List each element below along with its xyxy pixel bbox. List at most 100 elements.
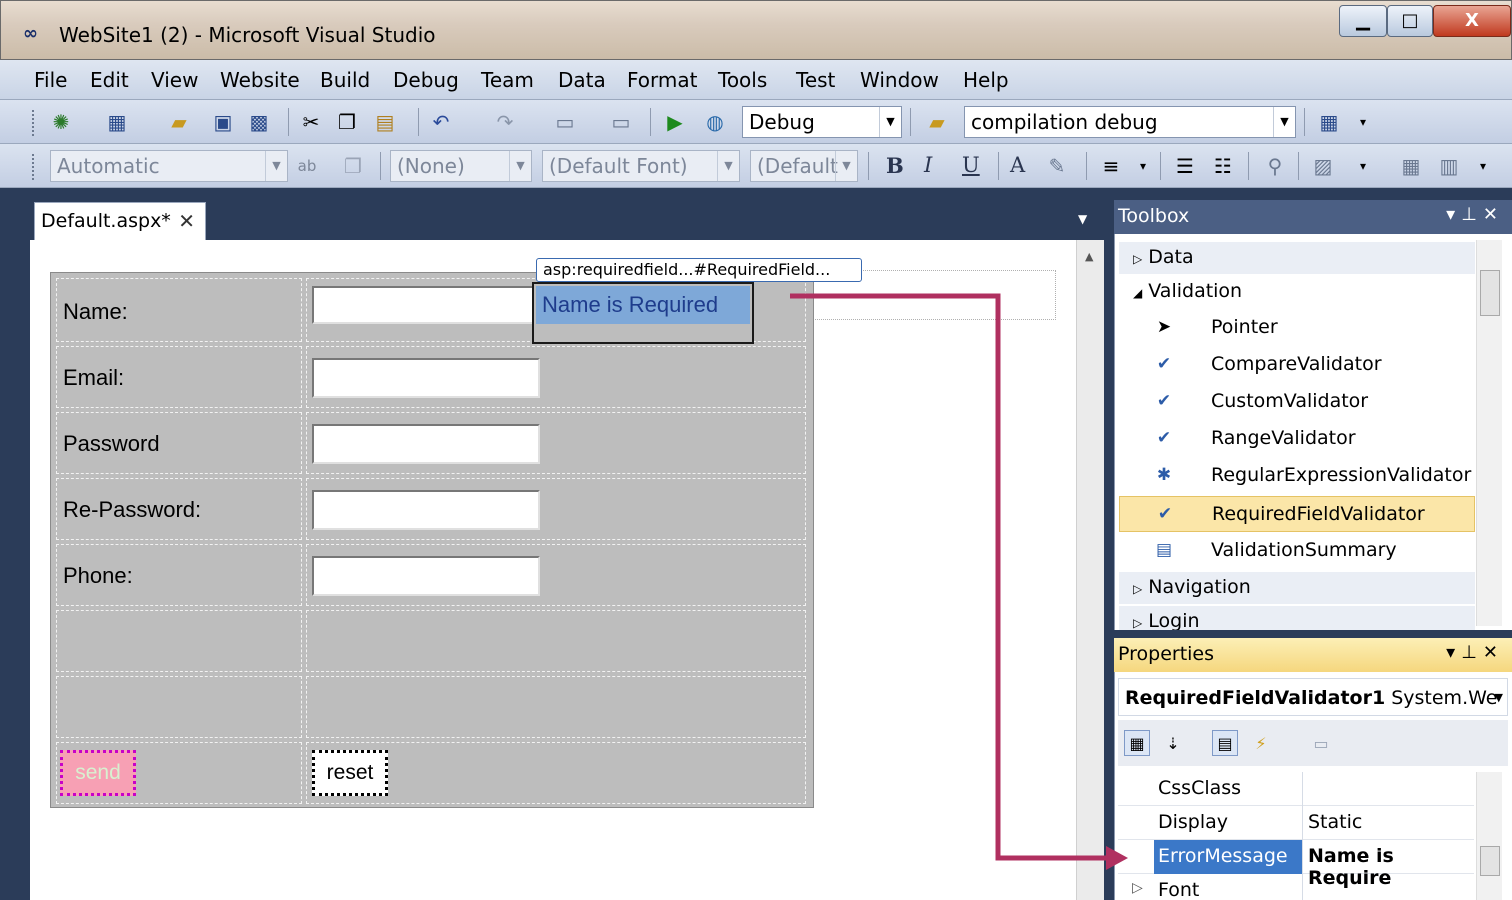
validator-smart-tag[interactable]: asp:requiredfield...#RequiredField...: [536, 258, 862, 282]
tab-default-aspx[interactable]: Default.aspx* ✕: [34, 202, 206, 242]
toolbox-scrollbar[interactable]: [1476, 240, 1502, 626]
insert-table-icon[interactable]: ▦: [1398, 153, 1424, 179]
toolbar-grip[interactable]: [32, 110, 36, 136]
chevron-down-icon[interactable]: ▼: [509, 151, 531, 181]
undo-icon[interactable]: ↶: [428, 109, 454, 135]
open-file-icon[interactable]: ▰: [166, 109, 192, 135]
table-cell[interactable]: [56, 610, 302, 672]
copy-format-icon[interactable]: ❐: [340, 153, 366, 179]
dropdown-icon[interactable]: ▾: [1446, 642, 1461, 663]
menu-view[interactable]: View: [151, 68, 198, 92]
property-row-errormessage[interactable]: ErrorMessage Name is Require: [1118, 840, 1474, 889]
chevron-down-icon[interactable]: ▼: [835, 151, 857, 181]
menu-file[interactable]: File: [34, 68, 67, 92]
object-selector[interactable]: RequiredFieldValidator1 System.We ▼: [1118, 678, 1508, 716]
design-vertical-scrollbar[interactable]: ▲: [1076, 240, 1104, 900]
toolbox-category-login[interactable]: ▷ Login: [1119, 606, 1475, 630]
menu-test[interactable]: Test: [796, 68, 835, 92]
menu-tools[interactable]: Tools: [718, 68, 767, 92]
solution-configuration-combo[interactable]: Debug ▼: [742, 106, 902, 138]
toolbox-category-data[interactable]: ▷ Data: [1119, 242, 1475, 274]
active-files-dropdown-icon[interactable]: ▼: [1078, 212, 1087, 226]
menu-edit[interactable]: Edit: [90, 68, 129, 92]
menu-window[interactable]: Window: [860, 68, 939, 92]
font-name-combo[interactable]: (Default Font) ▼: [542, 150, 740, 182]
block-format-combo[interactable]: Automatic ▼: [50, 150, 288, 182]
re-password-textbox[interactable]: [312, 490, 540, 530]
close-icon[interactable]: ✕: [1483, 204, 1504, 225]
save-icon[interactable]: ▣: [210, 109, 236, 135]
toolbox-item-range-validator[interactable]: ✔ RangeValidator: [1119, 421, 1475, 457]
view-in-browser-icon[interactable]: ◍: [702, 109, 728, 135]
property-row-display[interactable]: Display Static: [1118, 806, 1474, 840]
table-cell[interactable]: Re-Password:: [56, 478, 302, 540]
toolbox-item-custom-validator[interactable]: ✔ CustomValidator: [1119, 384, 1475, 420]
find-in-files-icon[interactable]: ▰: [924, 109, 950, 135]
close-window-button[interactable]: X: [1433, 5, 1511, 37]
categorized-icon[interactable]: ▦: [1124, 730, 1150, 756]
chevron-down-icon[interactable]: ▼: [879, 107, 901, 137]
reset-button[interactable]: reset: [312, 750, 388, 796]
toolbox-item-pointer[interactable]: ➤ Pointer: [1119, 310, 1475, 346]
cut-icon[interactable]: ✂: [298, 109, 324, 135]
save-all-icon[interactable]: ▩: [246, 109, 272, 135]
menu-website[interactable]: Website: [220, 68, 300, 92]
table-cell[interactable]: Phone:: [56, 544, 302, 606]
properties-scrollbar[interactable]: [1476, 772, 1502, 900]
close-icon[interactable]: ✕: [1483, 642, 1504, 663]
alignment-icon[interactable]: ≡: [1098, 153, 1124, 179]
expand-icon[interactable]: ▷: [1132, 880, 1143, 896]
copy-icon[interactable]: ❐: [334, 109, 360, 135]
css-class-combo[interactable]: (None) ▼: [390, 150, 532, 182]
table-cell[interactable]: Name:: [56, 278, 302, 342]
redo-icon[interactable]: ↷: [492, 109, 518, 135]
toolbox-category-navigation[interactable]: ▷ Navigation: [1119, 572, 1475, 604]
toolbar-grip[interactable]: [32, 154, 36, 180]
bulleted-list-icon[interactable]: ☷: [1210, 153, 1236, 179]
numbered-list-icon[interactable]: ☰: [1172, 153, 1198, 179]
add-new-item-icon[interactable]: ▦: [104, 109, 130, 135]
menu-debug[interactable]: Debug: [393, 68, 459, 92]
start-debugging-icon[interactable]: ▶: [662, 109, 688, 135]
scrollbar-thumb[interactable]: [1480, 270, 1500, 316]
table-cell[interactable]: [56, 676, 302, 738]
style-application-icon[interactable]: ab: [294, 153, 320, 179]
new-website-icon[interactable]: ✺: [48, 109, 74, 135]
property-pages-icon[interactable]: ▭: [1308, 730, 1334, 756]
password-textbox[interactable]: [312, 424, 540, 464]
menu-team[interactable]: Team: [481, 68, 534, 92]
table-grid-icon[interactable]: ▥: [1436, 153, 1462, 179]
toolbox-item-regex-validator[interactable]: ✱ RegularExpressionValidator: [1119, 458, 1475, 494]
bold-icon[interactable]: B: [886, 153, 904, 178]
hyperlink-icon[interactable]: ⚲: [1262, 153, 1288, 179]
chevron-down-icon[interactable]: ▼: [265, 151, 287, 181]
menu-data[interactable]: Data: [558, 68, 606, 92]
toolbox-category-validation[interactable]: ◢ Validation: [1119, 276, 1475, 308]
navigate-forward-icon[interactable]: ▭: [608, 109, 634, 135]
menu-format[interactable]: Format: [627, 68, 697, 92]
maximize-button[interactable]: □: [1387, 5, 1433, 37]
close-tab-icon[interactable]: ✕: [178, 209, 195, 233]
pin-icon[interactable]: ⊥: [1461, 204, 1483, 225]
solution-explorer-icon[interactable]: ▦: [1316, 109, 1342, 135]
phone-textbox[interactable]: [312, 556, 540, 596]
menu-help[interactable]: Help: [963, 68, 1009, 92]
scroll-up-icon[interactable]: ▲: [1085, 250, 1093, 263]
dropdown-icon[interactable]: ▾: [1446, 204, 1461, 225]
foreground-color-icon[interactable]: A: [1010, 153, 1025, 177]
chevron-down-icon[interactable]: ▼: [717, 151, 739, 181]
chevron-down-icon[interactable]: ▾: [1130, 153, 1156, 179]
alphabetical-icon[interactable]: ⇣: [1160, 730, 1186, 756]
property-row-font[interactable]: ▷ Font: [1118, 874, 1474, 900]
required-field-validator[interactable]: Name is Required: [532, 282, 754, 344]
table-cell[interactable]: Password: [56, 412, 302, 474]
toolbox-item-required-field-validator[interactable]: ✔ RequiredFieldValidator: [1119, 496, 1475, 532]
table-cell[interactable]: Email:: [56, 346, 302, 408]
italic-icon[interactable]: I: [924, 153, 932, 177]
property-value[interactable]: Static: [1308, 811, 1362, 833]
menu-build[interactable]: Build: [320, 68, 370, 92]
pin-icon[interactable]: ⊥: [1461, 642, 1483, 663]
toolbar-overflow-icon[interactable]: ▾: [1350, 109, 1376, 135]
navigate-backward-icon[interactable]: ▭: [552, 109, 578, 135]
toolbox-item-compare-validator[interactable]: ✔ CompareValidator: [1119, 347, 1475, 383]
